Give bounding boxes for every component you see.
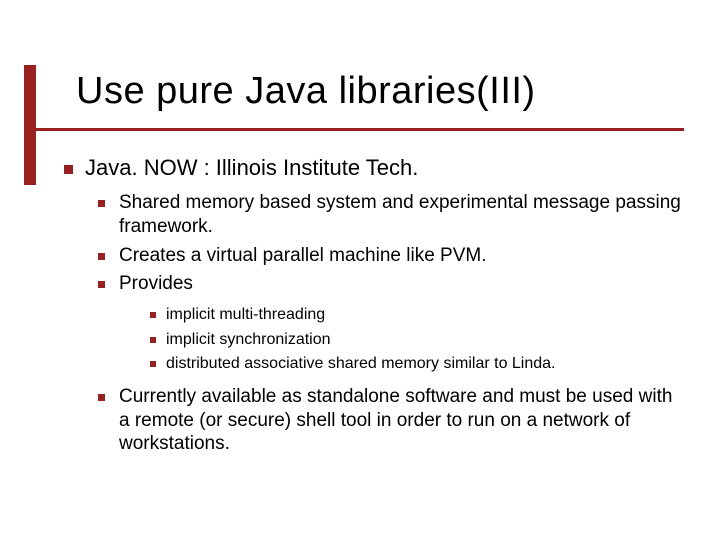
square-bullet-icon: [150, 337, 156, 343]
bullet-level3: implicit synchronization: [150, 329, 684, 351]
bullet-level2: Provides: [98, 272, 684, 296]
bullet-text: Provides: [119, 272, 684, 296]
slide-body: Java. NOW : Illinois Institute Tech. Sha…: [64, 155, 684, 461]
bullet-level2: Currently available as standalone softwa…: [98, 385, 684, 456]
square-bullet-icon: [98, 394, 105, 401]
slide: Use pure Java libraries(III) Java. NOW :…: [0, 0, 720, 540]
bullet-text: Currently available as standalone softwa…: [119, 385, 684, 456]
bullet-text: Creates a virtual parallel machine like …: [119, 244, 684, 268]
title-underline: [36, 128, 684, 131]
bullet-text: implicit synchronization: [166, 329, 684, 351]
slide-title: Use pure Java libraries(III): [76, 70, 536, 113]
bullet-level3: implicit multi-threading: [150, 304, 684, 326]
level2-group: Shared memory based system and experimen…: [98, 191, 684, 456]
square-bullet-icon: [98, 200, 105, 207]
bullet-text: Java. NOW : Illinois Institute Tech.: [85, 155, 684, 181]
level3-group: implicit multi-threading implicit synchr…: [150, 304, 684, 375]
square-bullet-icon: [64, 165, 73, 174]
square-bullet-icon: [150, 361, 156, 367]
square-bullet-icon: [98, 253, 105, 260]
accent-bar: [24, 65, 36, 185]
square-bullet-icon: [150, 312, 156, 318]
bullet-text: distributed associative shared memory si…: [166, 353, 684, 375]
bullet-level2: Shared memory based system and experimen…: [98, 191, 684, 239]
bullet-level3: distributed associative shared memory si…: [150, 353, 684, 375]
bullet-text: Shared memory based system and experimen…: [119, 191, 684, 239]
bullet-level2: Creates a virtual parallel machine like …: [98, 244, 684, 268]
bullet-text: implicit multi-threading: [166, 304, 684, 326]
square-bullet-icon: [98, 281, 105, 288]
bullet-level1: Java. NOW : Illinois Institute Tech.: [64, 155, 684, 181]
